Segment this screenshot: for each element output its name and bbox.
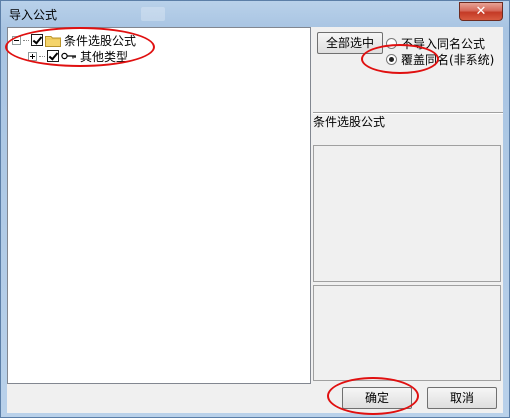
- tree-node-other-types[interactable]: 其他类型: [28, 48, 128, 64]
- ok-button[interactable]: 确定: [342, 387, 412, 409]
- title-blur-area: [141, 7, 165, 21]
- section-label: 条件选股公式: [313, 115, 386, 129]
- radio-label: 覆盖同名(非系统): [401, 53, 495, 67]
- description-box-upper: [313, 145, 501, 282]
- radio-overwrite-duplicates[interactable]: 覆盖同名(非系统): [386, 51, 494, 68]
- folder-icon: [45, 35, 61, 47]
- radio-label: 不导入同名公式: [401, 37, 486, 51]
- description-box-lower: [313, 285, 501, 381]
- cancel-button[interactable]: 取消: [427, 387, 497, 409]
- formula-tree[interactable]: 条件选股公式 其他类型: [7, 27, 311, 384]
- expand-icon[interactable]: [28, 51, 37, 61]
- tree-connector: [39, 55, 45, 57]
- radio-button[interactable]: [386, 54, 397, 65]
- tree-node-checkbox[interactable]: [31, 34, 43, 46]
- select-all-button[interactable]: 全部选中: [317, 32, 383, 54]
- radio-button[interactable]: [386, 38, 397, 49]
- tree-node-label: 其他类型: [80, 49, 129, 64]
- key-icon: [61, 52, 76, 60]
- tree-connector: [23, 39, 29, 41]
- collapse-icon[interactable]: [12, 35, 21, 45]
- window-title: 导入公式: [9, 8, 58, 22]
- radio-skip-duplicates[interactable]: 不导入同名公式: [386, 35, 485, 52]
- tree-node-label: 条件选股公式: [64, 33, 137, 48]
- tree-node-checkbox[interactable]: [47, 50, 59, 62]
- tree-node-condition-formulas[interactable]: 条件选股公式: [12, 32, 136, 48]
- close-button[interactable]: ✕: [459, 2, 503, 21]
- import-formula-dialog: 导入公式 ✕ 条件选股公式 其他类型 全部选中 不导入同名公式 覆盖同名(非系统…: [0, 0, 510, 418]
- title-bar: 导入公式 ✕: [1, 1, 509, 27]
- dialog-client-area: 条件选股公式 其他类型 全部选中 不导入同名公式 覆盖同名(非系统) 条件选股公…: [7, 27, 503, 413]
